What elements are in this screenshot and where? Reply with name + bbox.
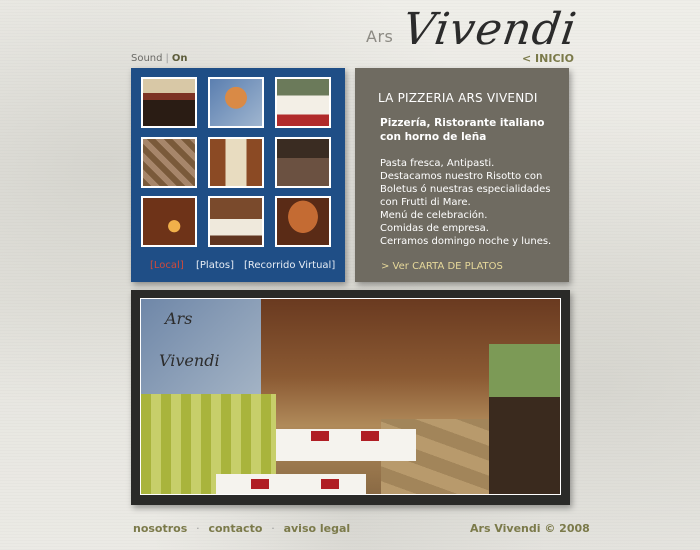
footer-nav: nosotros · contacto · aviso legal (133, 522, 350, 535)
photo-napkin (321, 479, 339, 489)
logo-ars-text: Ars (366, 27, 394, 46)
description-subtitle: Pizzería, Ristorante italiano con horno … (380, 117, 545, 143)
description-title: LA PIZZERIA ARS VIVENDI (378, 91, 538, 105)
gallery-thumb-chef-portrait[interactable] (208, 77, 264, 128)
photo-table (276, 429, 416, 461)
photo-wall-text-vivendi: Vivendi (159, 351, 220, 370)
photo-bar (489, 344, 560, 494)
description-line: Cerramos domingo noche y lunes. (380, 236, 552, 247)
description-line: Pasta fresca, Antipasti. (380, 158, 495, 169)
sound-separator: | (165, 53, 169, 64)
sound-label: Sound (131, 53, 163, 64)
gallery-thumb-wine-bottles[interactable] (275, 137, 331, 188)
gallery-link-recorrido-virtual[interactable]: [Recorrido Virtual] (244, 260, 335, 271)
photo-gallery: [Local] [Platos] [Recorrido Virtual] (131, 68, 345, 282)
photo-napkin (311, 431, 329, 441)
description-line: Destacamos nuestro Risotto con (380, 171, 543, 182)
gallery-thumb-oven-fire[interactable] (141, 196, 197, 247)
gallery-thumb-table-setting[interactable] (208, 196, 264, 247)
sound-toggle[interactable]: Sound | On (131, 53, 188, 64)
description-line: con Frutti di Mare. (380, 197, 471, 208)
footer-link-aviso-legal[interactable]: aviso legal (284, 522, 351, 535)
carta-de-platos-link[interactable]: > Ver CARTA DE PLATOS (381, 261, 503, 272)
main-photo-frame: Ars Vivendi (131, 290, 570, 505)
gallery-thumb-arch-interior[interactable] (275, 196, 331, 247)
gallery-link-platos[interactable]: [Platos] (196, 260, 234, 271)
footer-link-contacto[interactable]: contacto (208, 522, 262, 535)
sound-state[interactable]: On (172, 53, 188, 64)
footer-copyright: Ars Vivendi © 2008 (470, 522, 590, 535)
gallery-link-local[interactable]: [Local] (150, 260, 184, 271)
gallery-thumb-wine-glasses[interactable] (275, 77, 331, 128)
description-line: Boletus ó nuestras especialidades (380, 184, 551, 195)
description-line: Menú de celebración. (380, 210, 488, 221)
footer-link-nosotros[interactable]: nosotros (133, 522, 187, 535)
description-panel: LA PIZZERIA ARS VIVENDI Pizzería, Ristor… (355, 68, 569, 282)
photo-wall-text-ars: Ars (165, 309, 193, 328)
photo-table (216, 474, 366, 494)
footer-separator: · (271, 522, 275, 535)
description-line: Comidas de empresa. (380, 223, 489, 234)
footer-separator: · (196, 522, 200, 535)
restaurant-interior-photo: Ars Vivendi (140, 298, 561, 495)
gallery-thumb-horno-de-lena[interactable] (141, 77, 197, 128)
photo-napkin (361, 431, 379, 441)
gallery-thumb-framed-art[interactable] (208, 137, 264, 188)
inicio-link[interactable]: < INICIO (522, 52, 574, 65)
description-body: Pasta fresca, Antipasti. Destacamos nues… (380, 157, 566, 248)
gallery-thumb-mosaic-floor[interactable] (141, 137, 197, 188)
logo-vivendi-script: Vivendi (399, 4, 581, 55)
photo-napkin (251, 479, 269, 489)
